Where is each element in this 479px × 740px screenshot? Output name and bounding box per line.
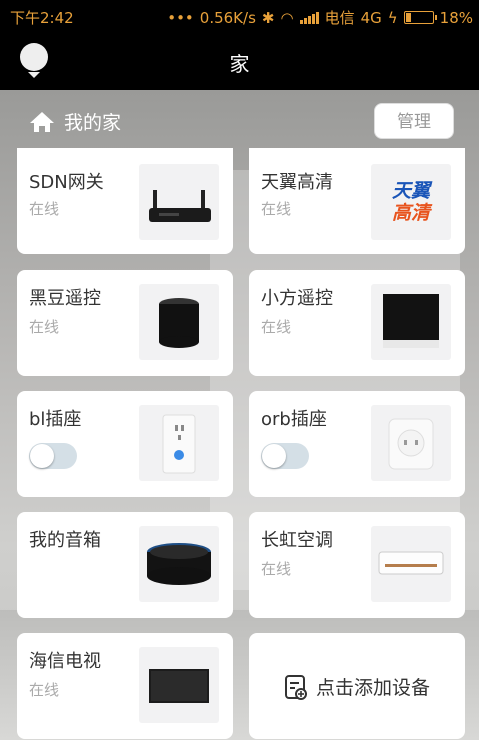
- device-status: 在线: [29, 681, 60, 699]
- device-name: 小方遥控: [261, 288, 333, 309]
- status-bar: 下午2:42 ••• 0.56K/s ✱ ◠ 电信 4G ϟ 18%: [0, 0, 479, 32]
- device-card-bl-socket[interactable]: bl插座: [17, 391, 233, 497]
- signal-icon: [299, 11, 319, 24]
- device-status: 在线: [261, 200, 292, 218]
- device-card-orb-socket[interactable]: orb插座: [249, 391, 465, 497]
- status-time: 下午2:42: [10, 9, 74, 27]
- tv-icon: [139, 647, 219, 723]
- charging-icon: ϟ: [387, 8, 398, 27]
- cube-remote-icon: [371, 284, 451, 360]
- bl-socket-toggle[interactable]: [29, 443, 77, 469]
- status-right: ••• 0.56K/s ✱ ◠ 电信 4G ϟ 18%: [167, 7, 473, 28]
- device-name: 长虹空调: [261, 530, 333, 551]
- page-title: 家: [229, 52, 250, 76]
- tianyi-hd-logo: 天翼 高清: [371, 164, 451, 240]
- app-bar: 家: [0, 32, 479, 90]
- network-speed: 0.56K/s: [199, 8, 256, 27]
- orb-socket-icon: [371, 405, 451, 481]
- add-device-card[interactable]: 点击添加设备: [249, 633, 465, 739]
- device-card-hisense-tv[interactable]: 海信电视 在线: [17, 633, 233, 739]
- carrier-label: 电信: [324, 9, 355, 27]
- device-status: 在线: [261, 560, 292, 578]
- device-status: 在线: [29, 200, 60, 218]
- device-name: 天翼高清: [261, 172, 333, 193]
- logo-text-top: 天翼: [391, 180, 430, 202]
- device-name: SDN网关: [29, 172, 104, 193]
- device-grid-area[interactable]: 我的家 管理 SDN网关 在线 天翼高清 在线 天翼 高清 黑豆遥控 在线 小方…: [0, 90, 479, 740]
- network-type: 4G: [360, 8, 382, 27]
- device-card-my-speaker[interactable]: 我的音箱: [17, 512, 233, 618]
- device-name: orb插座: [261, 409, 327, 430]
- add-device-label: 点击添加设备: [315, 677, 430, 699]
- logo-text-bottom: 高清: [391, 202, 430, 224]
- device-status: 在线: [29, 318, 60, 336]
- speaker-icon: [139, 526, 219, 602]
- home-icon: [30, 111, 54, 132]
- battery-fill: [405, 13, 411, 22]
- device-card-heidou-remote[interactable]: 黑豆遥控 在线: [17, 270, 233, 376]
- orb-socket-toggle[interactable]: [261, 443, 309, 469]
- device-name: 海信电视: [29, 651, 101, 672]
- device-card-changhong-ac[interactable]: 长虹空调 在线: [249, 512, 465, 618]
- router-icon: [139, 164, 219, 240]
- bluetooth-icon: ✱: [261, 8, 275, 27]
- dots-icon: •••: [167, 8, 194, 27]
- device-card-xiaofang-remote[interactable]: 小方遥控 在线: [249, 270, 465, 376]
- device-name: 黑豆遥控: [29, 288, 101, 309]
- home-name: 我的家: [64, 112, 122, 134]
- device-name: 我的音箱: [29, 530, 101, 551]
- battery-percent: 18%: [439, 8, 473, 27]
- air-conditioner-icon: [371, 526, 451, 602]
- battery-icon: [403, 11, 437, 24]
- device-status: 在线: [261, 318, 292, 336]
- home-header[interactable]: 我的家: [28, 108, 121, 135]
- device-card-tianyi-hd[interactable]: 天翼高清 在线 天翼 高清: [249, 148, 465, 254]
- smart-plug-icon: [139, 405, 219, 481]
- manage-button[interactable]: 管理: [374, 103, 454, 139]
- black-cylinder-remote-icon: [139, 284, 219, 360]
- add-device-button[interactable]: 点击添加设备: [249, 673, 465, 700]
- wifi-icon: ◠: [280, 8, 294, 27]
- device-card-sdn-gateway[interactable]: SDN网关 在线: [17, 148, 233, 254]
- add-device-icon: [284, 674, 307, 700]
- device-name: bl插座: [29, 409, 82, 430]
